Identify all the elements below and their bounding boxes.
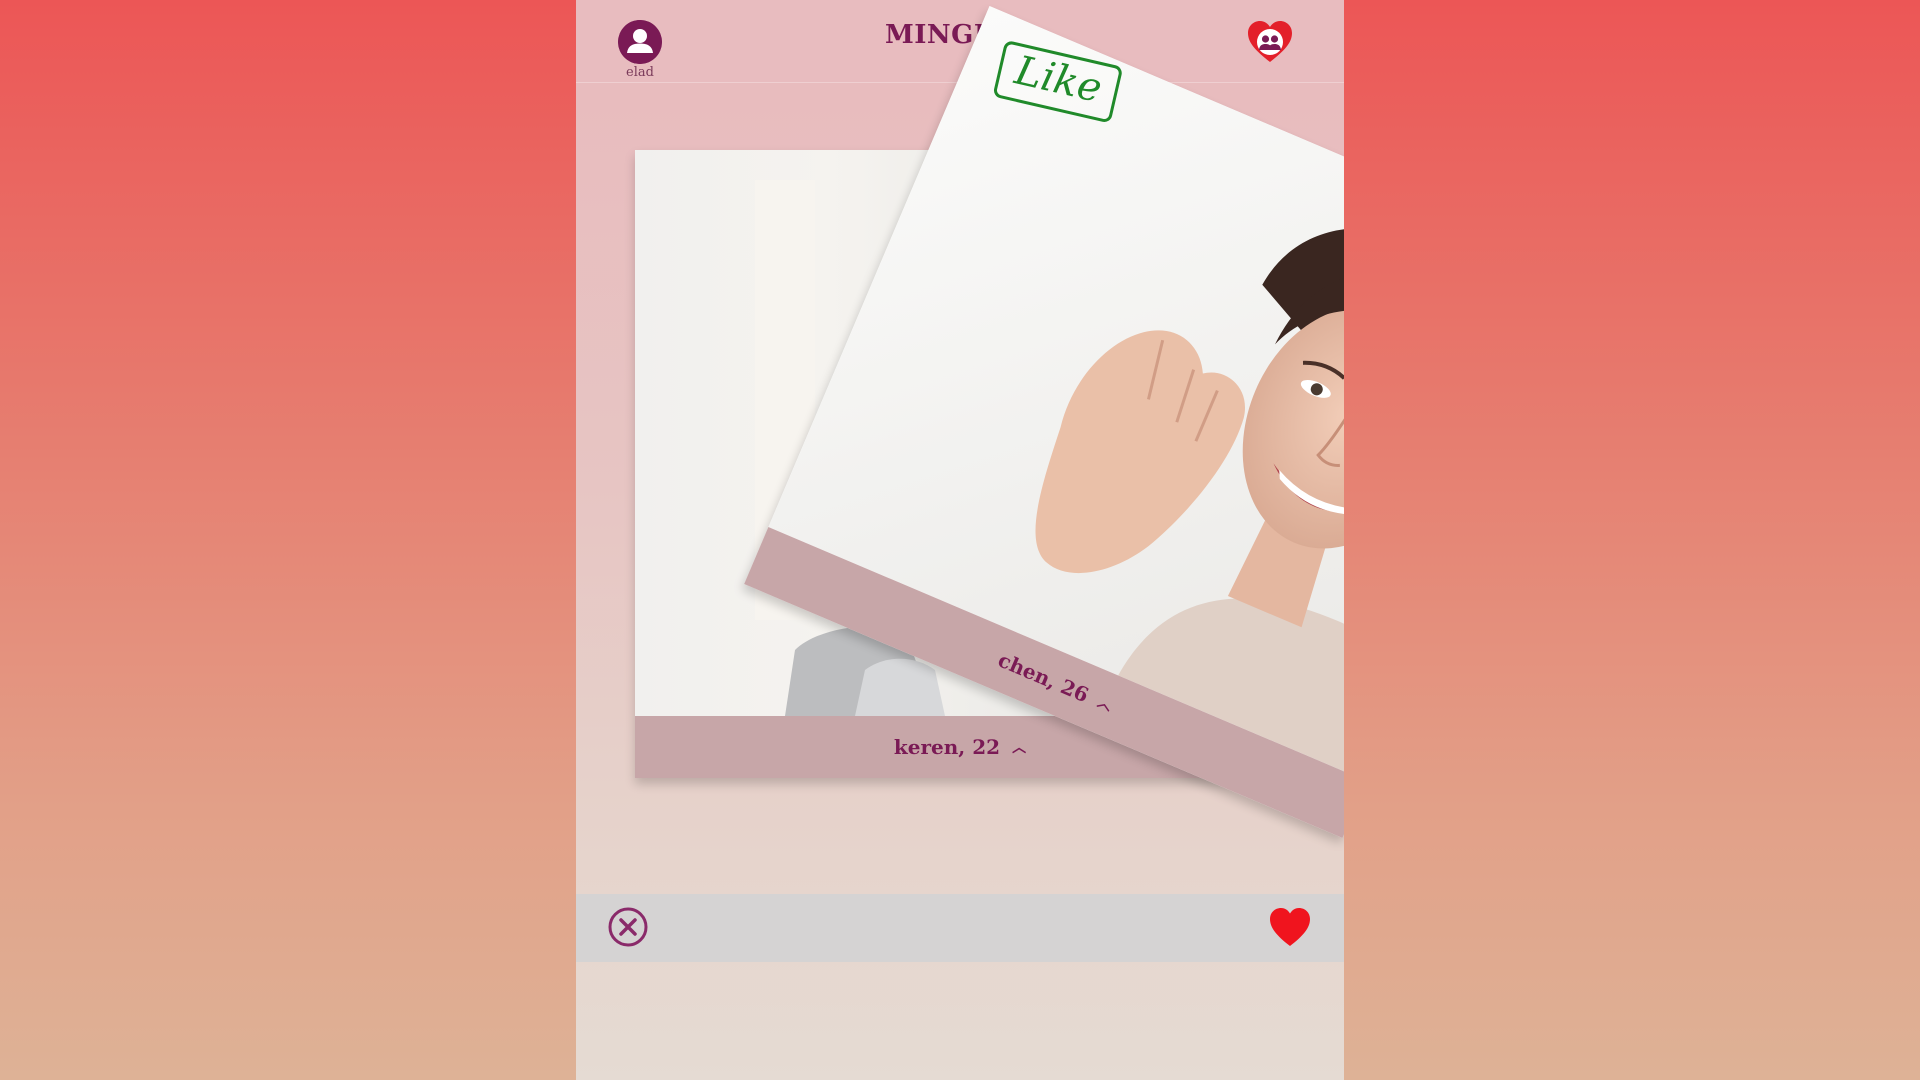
- profile-name-age: keren, 22: [893, 735, 1001, 759]
- chevron-up-icon: ︿: [1095, 694, 1115, 715]
- heart-couple-icon[interactable]: [1246, 18, 1294, 66]
- chevron-up-icon: ︿: [1012, 740, 1027, 756]
- app-window: elad MINGLER keren, 22 ︿ Like chen, 26 ︿: [576, 0, 1344, 1080]
- action-bar: [576, 894, 1344, 962]
- profile-username: elad: [626, 65, 654, 80]
- close-circle-icon[interactable]: [607, 906, 649, 948]
- top-bar: elad MINGLER: [576, 0, 1344, 83]
- app-title: MINGLER: [884, 20, 1036, 50]
- heart-icon[interactable]: [1268, 906, 1312, 948]
